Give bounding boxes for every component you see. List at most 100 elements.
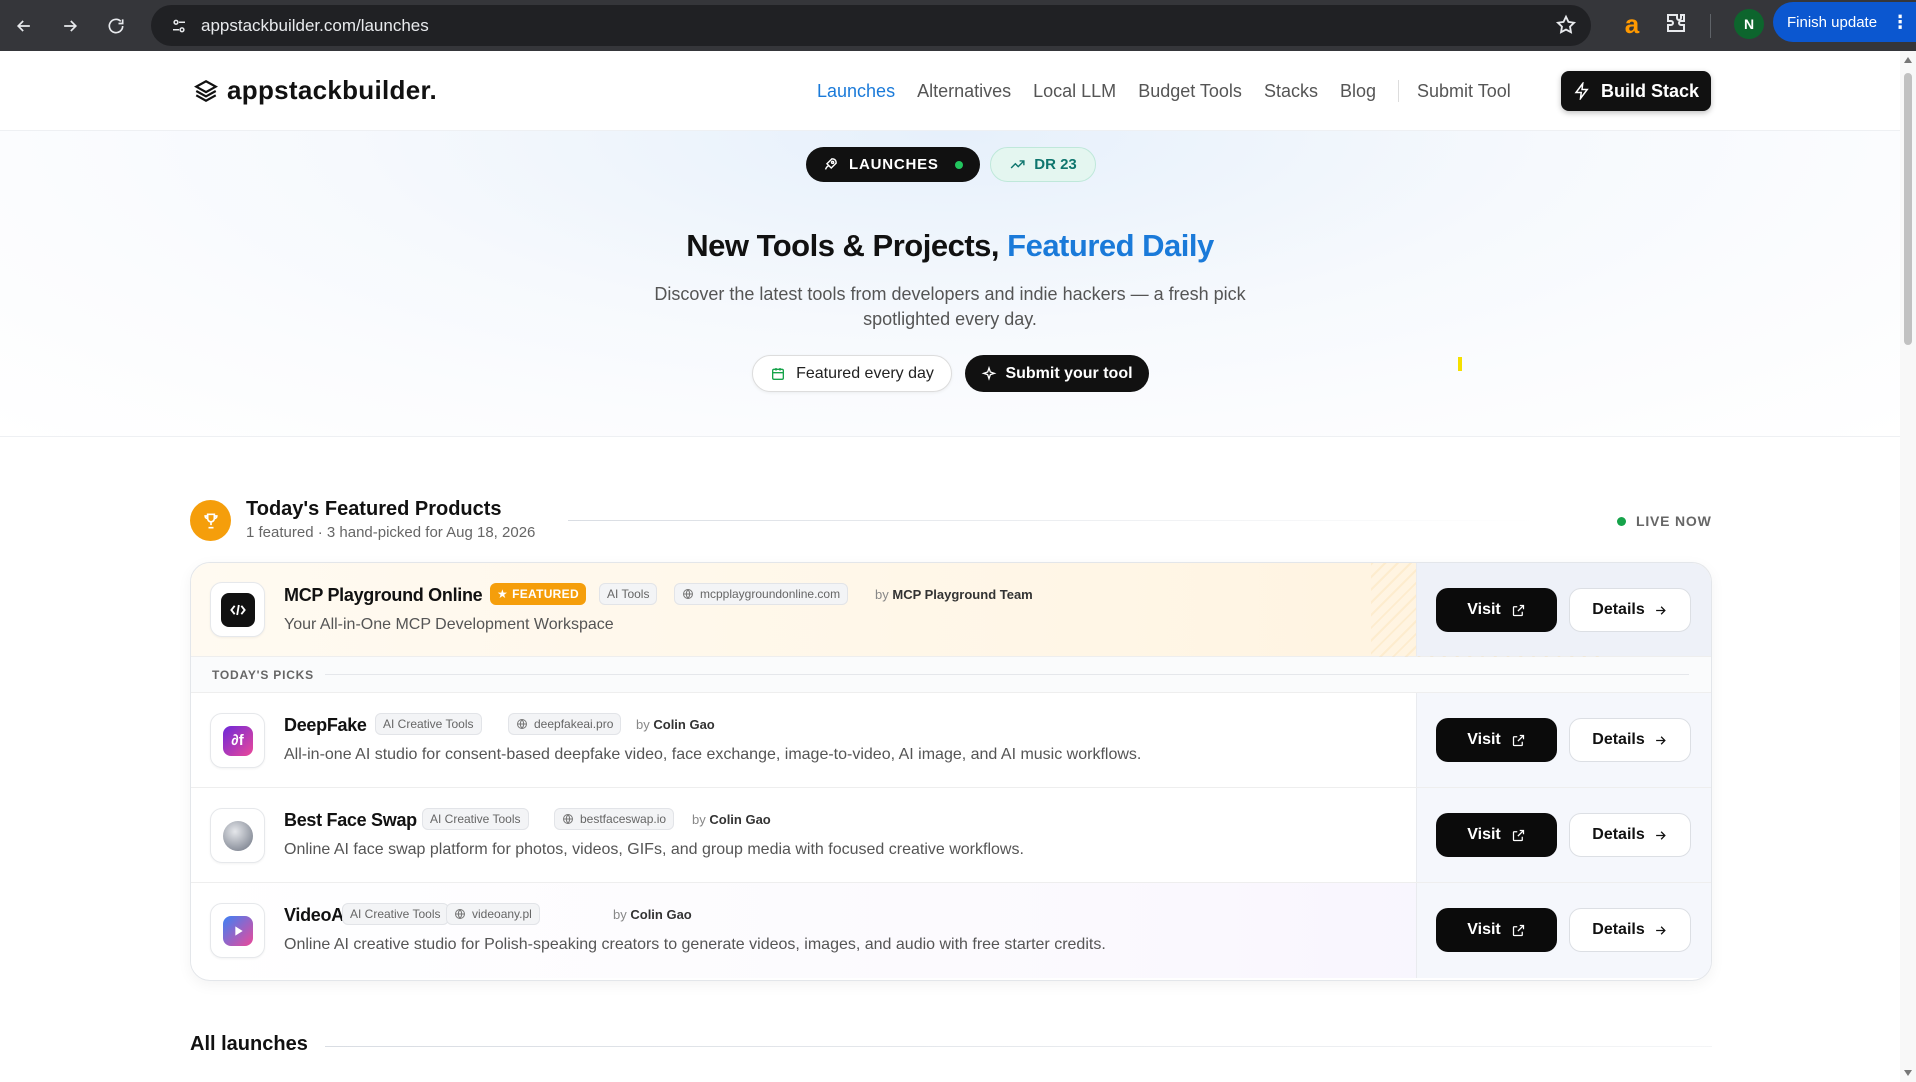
nav-submit-tool[interactable]: Submit Tool: [1417, 81, 1511, 102]
visit-button[interactable]: Visit: [1436, 813, 1557, 857]
globe-icon: [563, 814, 573, 824]
trending-up-icon: [1010, 160, 1025, 169]
layers-icon: [194, 79, 218, 102]
page: appstackbuilder. Launches Alternatives L…: [0, 51, 1900, 1082]
bookmark-star-icon[interactable]: [1555, 14, 1579, 38]
details-button[interactable]: Details: [1569, 813, 1691, 857]
scroll-down-arrow-icon[interactable]: [1904, 1070, 1912, 1076]
section-meta: 1 featured · 3 hand-picked for Aug 18, 2…: [246, 524, 536, 541]
reload-icon: [108, 18, 124, 34]
back-button[interactable]: [2, 4, 46, 48]
pick-row-deepfake[interactable]: ∂f DeepFake AI Creative Tools deepfakeai…: [191, 693, 1711, 788]
domain-tag[interactable]: mcpplaygroundonline.com: [674, 583, 849, 605]
external-link-icon: [1512, 734, 1524, 746]
domain-rating-pill: DR 23: [990, 147, 1096, 182]
details-button[interactable]: Details: [1569, 908, 1691, 952]
extensions-puzzle-icon[interactable]: [1664, 11, 1692, 39]
submit-your-tool-label: Submit your tool: [1005, 364, 1133, 382]
finish-update-button[interactable]: Finish update ⋮: [1773, 2, 1916, 42]
site-settings-icon[interactable]: [161, 8, 197, 44]
nav-stacks[interactable]: Stacks: [1264, 81, 1318, 102]
amazon-extension-icon[interactable]: a: [1619, 9, 1645, 39]
product-name[interactable]: DeepFake: [284, 715, 367, 736]
product-name[interactable]: MCP Playground Online: [284, 585, 483, 606]
hero-title-accent: Featured Daily: [1007, 228, 1214, 263]
all-launches-divider: [325, 1046, 1712, 1047]
nav-launches[interactable]: Launches: [817, 81, 895, 102]
all-launches-heading: All launches: [190, 1033, 308, 1055]
main-nav: Launches Alternatives Local LLM Budget T…: [817, 80, 1533, 102]
nav-divider: [1398, 80, 1399, 102]
rocket-icon: [824, 158, 837, 170]
live-now-indicator: LIVE NOW: [1617, 513, 1712, 529]
kebab-menu-icon[interactable]: ⋮: [1891, 12, 1909, 33]
deepfake-logo-mark-icon: ∂f: [222, 725, 253, 756]
visit-button[interactable]: Visit: [1436, 908, 1557, 952]
featured-every-day-button[interactable]: Featured every day: [752, 355, 952, 392]
category-tag[interactable]: AI Creative Tools: [342, 903, 449, 925]
lightning-icon: [1574, 82, 1589, 100]
todays-picks-label: TODAY'S PICKS: [212, 668, 314, 682]
product-name[interactable]: Best Face Swap: [284, 810, 417, 831]
calendar-icon: [772, 367, 785, 380]
pick-row-videoany[interactable]: VideoAny AI Creative Tools videoany.pl b…: [191, 883, 1711, 978]
site-logo[interactable]: appstackbuilder.: [193, 75, 437, 106]
hero-title: New Tools & Projects, Featured Daily: [0, 228, 1900, 264]
submit-your-tool-button[interactable]: Submit your tool: [965, 355, 1149, 392]
browser-toolbar: appstackbuilder.com/launches a N Finish …: [0, 0, 1916, 51]
visit-button[interactable]: Visit: [1436, 718, 1557, 762]
address-bar[interactable]: appstackbuilder.com/launches: [151, 5, 1591, 46]
star-icon: ★: [497, 587, 509, 601]
face-logo-icon: [222, 820, 253, 851]
profile-avatar[interactable]: N: [1734, 9, 1764, 39]
domain-rating-label: DR 23: [1034, 156, 1077, 173]
author-line: by MCP Playground Team: [875, 587, 1033, 602]
live-now-dot: [1617, 516, 1626, 526]
build-stack-button[interactable]: Build Stack: [1561, 71, 1711, 111]
globe-icon: [683, 589, 693, 599]
hero-title-main: New Tools & Projects,: [686, 228, 1000, 263]
nav-alternatives[interactable]: Alternatives: [917, 81, 1011, 102]
details-button[interactable]: Details: [1569, 588, 1691, 632]
forward-button[interactable]: [48, 4, 92, 48]
category-tag[interactable]: AI Creative Tools: [375, 713, 482, 735]
domain-tag[interactable]: videoany.pl: [446, 903, 540, 925]
category-tag[interactable]: AI Tools: [599, 583, 658, 605]
deepfake-logo: ∂f: [210, 713, 265, 768]
author-name: Colin Gao: [653, 717, 715, 732]
external-link-icon: [1512, 829, 1524, 841]
pick-row-best-face-swap[interactable]: Best Face Swap AI Creative Tools bestfac…: [191, 788, 1711, 883]
featured-every-day-label: Featured every day: [796, 364, 934, 382]
domain-tag[interactable]: bestfaceswap.io: [554, 808, 675, 830]
live-now-label: LIVE NOW: [1636, 513, 1712, 529]
trophy-icon: [190, 500, 231, 541]
videoany-logo: [210, 903, 265, 958]
sparkle-icon: [981, 365, 997, 381]
external-link-icon: [1512, 924, 1524, 936]
nav-budget-tools[interactable]: Budget Tools: [1138, 81, 1242, 102]
nav-local-llm[interactable]: Local LLM: [1033, 81, 1116, 102]
domain-tag[interactable]: deepfakeai.pro: [508, 713, 622, 735]
nav-blog[interactable]: Blog: [1340, 81, 1376, 102]
reload-button[interactable]: [94, 4, 138, 48]
category-tag[interactable]: AI Creative Tools: [422, 808, 529, 830]
product-description: All-in-one AI studio for consent-based d…: [284, 746, 1142, 763]
author-line: by Colin Gao: [613, 907, 692, 922]
url-text[interactable]: appstackbuilder.com/launches: [201, 16, 429, 36]
arrow-right-icon: [1655, 735, 1666, 745]
finish-update-label: Finish update: [1787, 13, 1878, 31]
details-button[interactable]: Details: [1569, 718, 1691, 762]
product-description: Your All-in-One MCP Development Workspac…: [284, 616, 614, 633]
logo-text: appstackbuilder.: [227, 75, 437, 105]
featured-product-row[interactable]: MCP Playground Online ★ FEATURED AI Tools…: [191, 563, 1711, 657]
scroll-up-arrow-icon[interactable]: [1904, 57, 1912, 63]
arrow-right-icon: [64, 19, 78, 32]
external-link-icon: [1512, 604, 1524, 616]
scrollbar-thumb[interactable]: [1904, 73, 1912, 345]
live-dot: [954, 160, 963, 169]
toolbar-divider: [1710, 14, 1711, 38]
author-name: MCP Playground Team: [892, 587, 1033, 602]
product-description: Online AI creative studio for Polish-spe…: [284, 936, 1106, 953]
page-scrollbar[interactable]: [1900, 51, 1916, 1082]
visit-button[interactable]: Visit: [1436, 588, 1557, 632]
